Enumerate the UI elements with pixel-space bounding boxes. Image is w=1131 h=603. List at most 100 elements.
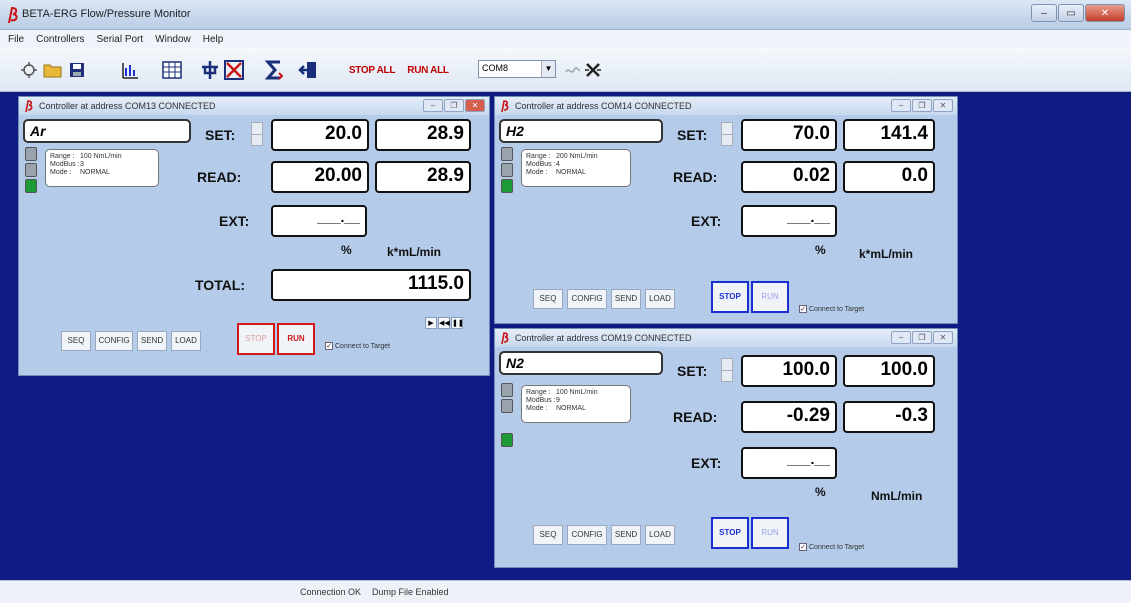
controller-title-bar[interactable]: Controller at address COM13 CONNECTED – …: [19, 97, 489, 115]
port-select[interactable]: COM8 ▼: [478, 60, 556, 78]
cross-arrows-icon[interactable]: [582, 58, 604, 82]
sigma-icon[interactable]: [262, 58, 286, 82]
maximize-button[interactable]: ▭: [1058, 4, 1084, 22]
status-leds: [25, 147, 37, 195]
minimize-button[interactable]: –: [423, 99, 443, 112]
menu-help[interactable]: Help: [203, 34, 224, 45]
run-button[interactable]: RUN: [751, 281, 789, 313]
load-button[interactable]: LOAD: [645, 289, 675, 309]
unit-flow: NmL/min: [871, 489, 923, 503]
table-icon[interactable]: [160, 58, 184, 82]
connect-to-target-checkbox[interactable]: ✓ Connect to Target: [325, 342, 390, 350]
exit-icon[interactable]: [296, 58, 320, 82]
menu-serial-port[interactable]: Serial Port: [96, 34, 143, 45]
restore-button[interactable]: ❐: [444, 99, 464, 112]
set-flow-field[interactable]: 28.9: [375, 119, 471, 151]
stop-button[interactable]: STOP: [711, 281, 749, 313]
read-flow-field: -0.3: [843, 401, 935, 433]
pause-icon[interactable]: ❚❚: [451, 317, 464, 329]
close-button[interactable]: ✕: [465, 99, 485, 112]
set-percent-field[interactable]: 100.0: [741, 355, 837, 387]
run-button[interactable]: RUN: [277, 323, 315, 355]
run-all-button[interactable]: RUN ALL: [404, 58, 452, 82]
connect-to-target-checkbox[interactable]: ✓ Connect to Target: [799, 543, 864, 551]
close-button[interactable]: ✕: [933, 99, 953, 112]
set-flow-field[interactable]: 141.4: [843, 119, 935, 151]
connect-to-target-checkbox[interactable]: ✓ Connect to Target: [799, 305, 864, 313]
load-button[interactable]: LOAD: [645, 525, 675, 545]
save-icon[interactable]: [66, 58, 88, 82]
dump-file-status: Dump File Enabled: [372, 587, 449, 597]
unit-percent: %: [815, 243, 826, 257]
rewind-icon[interactable]: ◀◀: [438, 317, 450, 329]
gas-name-field[interactable]: Ar: [23, 119, 191, 143]
caption-buttons: – ▭ ✕: [1030, 4, 1125, 22]
plug-icon[interactable]: [198, 58, 222, 82]
controller-caption-buttons: – ❐ ✕: [890, 331, 953, 344]
checkbox-check-icon: ✓: [325, 342, 333, 350]
beta-logo-icon: [25, 100, 33, 112]
gas-name-field[interactable]: N2: [499, 351, 663, 375]
beta-logo-icon: [8, 7, 18, 23]
send-button[interactable]: SEND: [137, 331, 167, 351]
close-button[interactable]: ✕: [933, 331, 953, 344]
stop-button[interactable]: STOP: [711, 517, 749, 549]
range-value: 200 NmL/min: [556, 153, 598, 160]
ext-label: EXT:: [219, 213, 250, 229]
config-button[interactable]: CONFIG: [567, 525, 607, 545]
ext-field[interactable]: ___.__: [741, 447, 837, 479]
stop-button[interactable]: STOP: [237, 323, 275, 355]
set-label: SET:: [677, 127, 708, 143]
menu-controllers[interactable]: Controllers: [36, 34, 84, 45]
status-bar: Connection OK Dump File Enabled: [0, 580, 1131, 603]
seq-button[interactable]: SEQ: [533, 525, 563, 545]
set-percent-field[interactable]: 20.0: [271, 119, 369, 151]
restore-button[interactable]: ❐: [912, 331, 932, 344]
mode-value: NORMAL: [80, 169, 110, 176]
gas-name-field[interactable]: H2: [499, 119, 663, 143]
minimize-button[interactable]: –: [891, 99, 911, 112]
send-button[interactable]: SEND: [611, 525, 641, 545]
run-button[interactable]: RUN: [751, 517, 789, 549]
disconnect-icon[interactable]: [222, 58, 246, 82]
new-icon[interactable]: [18, 58, 40, 82]
minimize-button[interactable]: –: [891, 331, 911, 344]
device-info-box: Range :200 NmL/min ModBus :4 Mode : NORMA…: [521, 149, 631, 187]
set-spinner[interactable]: [721, 358, 733, 382]
set-flow-field[interactable]: 100.0: [843, 355, 935, 387]
read-flow-field: 28.9: [375, 161, 471, 193]
signal-icon[interactable]: [564, 58, 582, 82]
menu-file[interactable]: File: [8, 34, 24, 45]
config-button[interactable]: CONFIG: [95, 331, 133, 351]
graph-icon[interactable]: [118, 58, 142, 82]
set-percent-field[interactable]: 70.0: [741, 119, 837, 151]
unit-percent: %: [815, 485, 826, 499]
sequence-playback-controls: ▶ ◀◀ ❚❚: [425, 317, 464, 331]
seq-button[interactable]: SEQ: [61, 331, 91, 351]
seq-button[interactable]: SEQ: [533, 289, 563, 309]
set-spinner[interactable]: [721, 122, 733, 146]
config-button[interactable]: CONFIG: [567, 289, 607, 309]
minimize-button[interactable]: –: [1031, 4, 1057, 22]
stop-all-button[interactable]: STOP ALL: [346, 58, 398, 82]
unit-flow: k*mL/min: [859, 247, 914, 261]
close-button[interactable]: ✕: [1085, 4, 1125, 22]
ext-field[interactable]: ___.__: [271, 205, 367, 237]
open-folder-icon[interactable]: [42, 58, 64, 82]
read-percent-field: -0.29: [741, 401, 837, 433]
set-spinner[interactable]: [251, 122, 263, 146]
mode-value: NORMAL: [556, 169, 586, 176]
read-label: READ:: [673, 169, 718, 185]
play-icon[interactable]: ▶: [425, 317, 437, 329]
status-led: [501, 383, 513, 397]
controller-title-bar[interactable]: Controller at address COM19 CONNECTED – …: [495, 329, 957, 347]
menu-window[interactable]: Window: [155, 34, 191, 45]
restore-button[interactable]: ❐: [912, 99, 932, 112]
read-percent-field: 20.00: [271, 161, 369, 193]
load-button[interactable]: LOAD: [171, 331, 201, 351]
send-button[interactable]: SEND: [611, 289, 641, 309]
connection-status: Connection OK: [300, 587, 362, 597]
ext-field[interactable]: ___.__: [741, 205, 837, 237]
controller-title-bar[interactable]: Controller at address COM14 CONNECTED – …: [495, 97, 957, 115]
controller-caption-buttons: – ❐ ✕: [422, 99, 485, 112]
